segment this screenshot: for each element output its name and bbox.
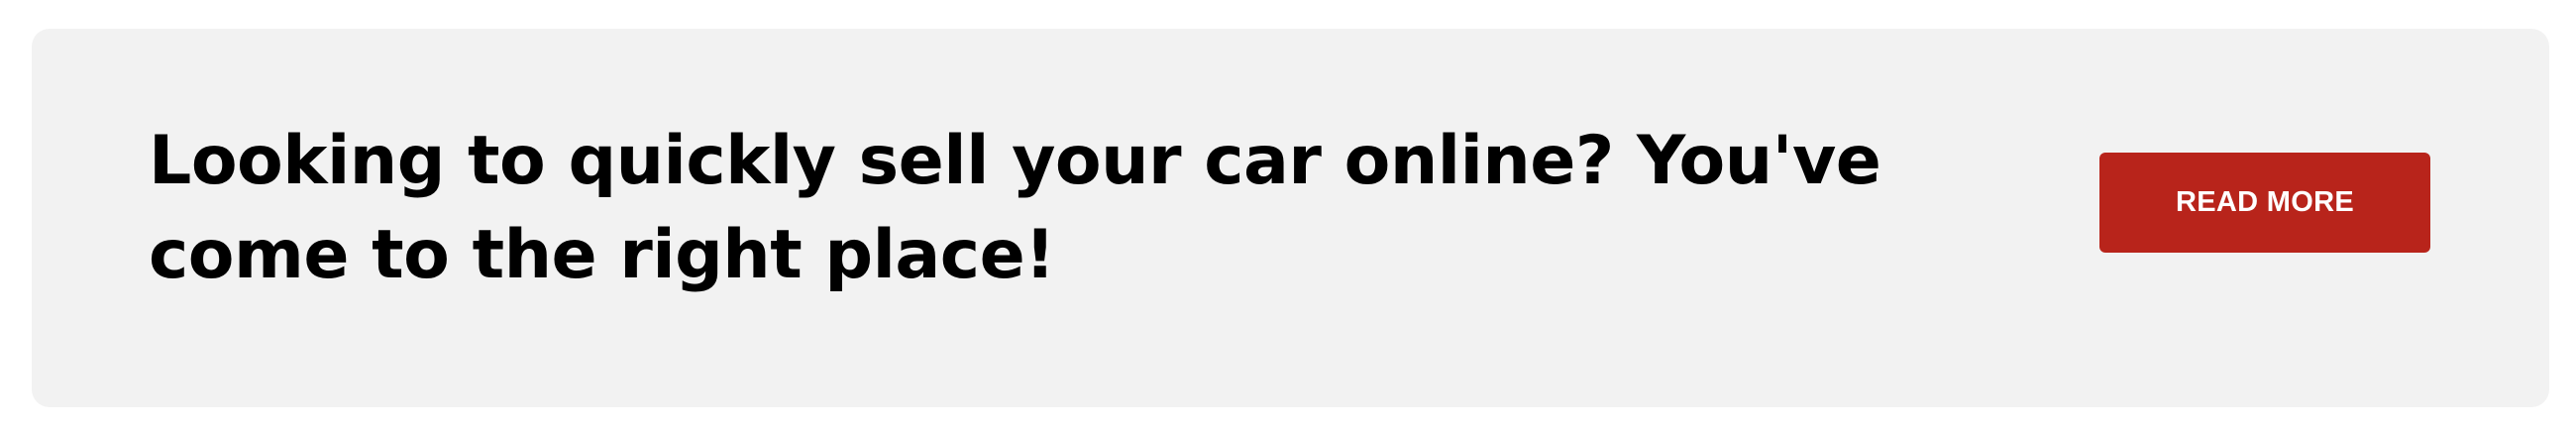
banner-headline: Looking to quickly sell your car online?… [149, 122, 1881, 294]
read-more-button[interactable]: READ MORE [2099, 153, 2430, 253]
page: Looking to quickly sell your car online?… [0, 0, 2576, 430]
promo-banner: Looking to quickly sell your car online?… [32, 29, 2549, 407]
